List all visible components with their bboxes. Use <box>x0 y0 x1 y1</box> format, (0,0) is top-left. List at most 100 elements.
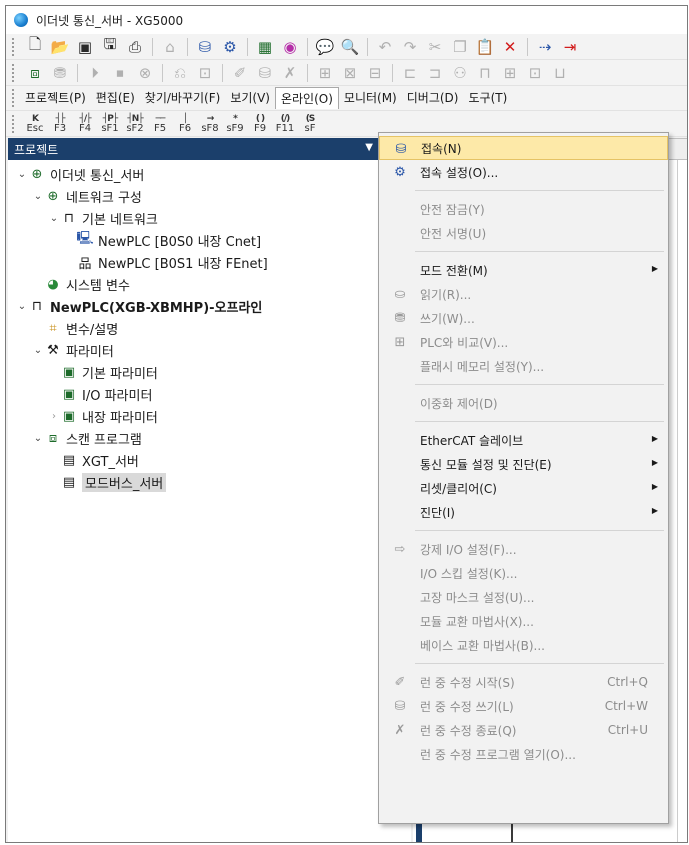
tree-item-fenet[interactable]: 品 NewPLC [B0S1 내장 FEnet] <box>8 251 411 273</box>
new-file-icon[interactable]: 🗋 <box>25 35 45 56</box>
tree-item-scan-program[interactable]: ⌄ ⧈ 스캔 프로그램 <box>8 427 411 449</box>
compare-icon[interactable]: ⊞ <box>315 64 335 82</box>
menu-item-run-edit-start[interactable]: ✐ 런 중 수정 시작(S) Ctrl+Q <box>379 670 668 694</box>
tree-item-project[interactable]: ⌄ ⊕ 이더넷 통신_서버 <box>8 163 411 185</box>
window-icon[interactable]: ⊔ <box>550 64 570 82</box>
clipboard-icon[interactable]: ⌂ <box>160 38 180 56</box>
menu-item-connect[interactable]: ⛁ 접속(N) <box>379 136 668 160</box>
diagnose-icon[interactable]: ⊡ <box>195 64 215 82</box>
menu-item-write[interactable]: ⛃ 쓰기(W)... <box>379 306 668 330</box>
chevron-down-icon[interactable]: ⌄ <box>32 191 44 202</box>
menu-item-module-wizard[interactable]: 모듈 교환 마법사(X)... <box>379 609 668 633</box>
connect-icon[interactable]: ⛁ <box>195 38 215 56</box>
menu-item-safety-lock[interactable]: 안전 잠금(Y) <box>379 197 668 221</box>
table-icon[interactable]: ⊞ <box>500 64 520 82</box>
tree-item-xgt-server[interactable]: ▤ XGT_서버 <box>8 449 411 471</box>
redo-icon[interactable]: ↷ <box>400 38 420 56</box>
run-edit-end-icon[interactable]: ✗ <box>280 64 300 82</box>
menu-item-force-io[interactable]: ⇨ 강제 I/O 설정(F)... <box>379 537 668 561</box>
paste-icon[interactable]: 📋 <box>475 38 495 56</box>
chevron-down-icon[interactable]: ⌄ <box>32 433 44 444</box>
fkey-esc[interactable]: K Esc <box>25 113 45 135</box>
tree-item-network-config[interactable]: ⌄ ⊕ 네트워크 구성 <box>8 185 411 207</box>
connect-settings-icon[interactable]: ⚙ <box>220 38 240 56</box>
module-icon[interactable]: ⊓ <box>475 64 495 82</box>
menu-online[interactable]: 온라인(O) <box>274 87 339 109</box>
fkey-sf1[interactable]: ┤P├ sF1 <box>100 113 120 135</box>
find-icon[interactable]: 🔍 <box>340 38 360 56</box>
fkey-sf8[interactable]: → sF8 <box>200 113 220 135</box>
fkey-sf[interactable]: (S sF <box>300 113 320 135</box>
chevron-right-icon[interactable]: › <box>48 411 60 422</box>
tree-item-parameters[interactable]: ⌄ ⚒ 파라미터 <box>8 339 411 361</box>
fkey-f5[interactable]: ── F5 <box>150 113 170 135</box>
target-icon[interactable]: ◉ <box>280 38 300 56</box>
write-icon[interactable]: ⛃ <box>50 64 70 82</box>
insert-row-icon[interactable]: ⇢ <box>535 38 555 56</box>
fkey-f3[interactable]: ┤├ F3 <box>50 113 70 135</box>
tree-item-modbus-server[interactable]: ▤ 모드버스_서버 <box>8 471 411 493</box>
menu-view[interactable]: 보기(V) <box>225 87 275 109</box>
menu-item-ethercat-slave[interactable]: EtherCAT 슬레이브 ▶ <box>379 428 668 452</box>
menu-item-redundancy-control[interactable]: 이중화 제어(D) <box>379 391 668 415</box>
menu-item-mode-change[interactable]: 모드 전환(M) ▶ <box>379 258 668 282</box>
tree-item-embedded-params[interactable]: › ▣ 내장 파라미터 <box>8 405 411 427</box>
tree-item-cnet[interactable]: 🖳 NewPLC [B0S0 내장 Cnet] <box>8 229 411 251</box>
fkey-f9[interactable]: ( ) F9 <box>250 113 270 135</box>
panel-dropdown-icon[interactable]: ▼ <box>365 142 373 153</box>
copy-icon[interactable]: ❐ <box>450 38 470 56</box>
menu-tools[interactable]: 도구(T) <box>463 87 512 109</box>
chevron-down-icon[interactable]: ⌄ <box>16 169 28 180</box>
menu-item-flash-memory[interactable]: 플래시 메모리 설정(Y)... <box>379 354 668 378</box>
scan-icon[interactable]: ⧈ <box>25 64 45 82</box>
tree-item-plc[interactable]: ⌄ ⊓ NewPLC(XGB-XBMHP)-오프라인 <box>8 295 411 317</box>
tree-item-io-params[interactable]: ▣ I/O 파라미터 <box>8 383 411 405</box>
menu-item-read[interactable]: ⛀ 읽기(R)... <box>379 282 668 306</box>
tree-item-basic-params[interactable]: ▣ 기본 파라미터 <box>8 361 411 383</box>
menu-edit[interactable]: 편집(E) <box>91 87 140 109</box>
menu-item-run-edit-open[interactable]: 런 중 수정 프로그램 열기(O)... <box>379 742 668 766</box>
fkey-f6[interactable]: │ F6 <box>175 113 195 135</box>
fkey-sf2[interactable]: ┤N├ sF2 <box>125 113 145 135</box>
menu-item-base-wizard[interactable]: 베이스 교환 마법사(B)... <box>379 633 668 657</box>
force-io-icon[interactable]: ⊟ <box>365 64 385 82</box>
layout2-icon[interactable]: ⊐ <box>425 64 445 82</box>
open-folder-icon[interactable]: 📂 <box>50 38 70 56</box>
menubar-grip[interactable] <box>12 89 16 107</box>
toolbar-grip[interactable] <box>12 63 16 82</box>
open-project-icon[interactable]: ▣ <box>75 38 95 56</box>
menu-find-replace[interactable]: 찾기/바꾸기(F) <box>140 87 226 109</box>
layout-icon[interactable]: ⊏ <box>400 64 420 82</box>
toolbar-grip[interactable] <box>12 37 16 56</box>
tree-item-basic-network[interactable]: ⌄ ⊓ 기본 네트워크 <box>8 207 411 229</box>
print-icon[interactable]: ⎙ <box>125 38 145 56</box>
chevron-down-icon[interactable]: ⌄ <box>16 301 28 312</box>
menu-item-safety-signature[interactable]: 안전 서명(U) <box>379 221 668 245</box>
fkey-f11[interactable]: (/) F11 <box>275 113 295 135</box>
cut-icon[interactable]: ✂ <box>425 38 445 56</box>
delete-icon[interactable]: ✕ <box>500 38 520 56</box>
menu-item-run-edit-end[interactable]: ✗ 런 중 수정 종료(Q) Ctrl+U <box>379 718 668 742</box>
menu-item-connection-settings[interactable]: ⚙ 접속 설정(O)... <box>379 160 668 184</box>
menu-item-diagnosis[interactable]: 진단(I) ▶ <box>379 500 668 524</box>
run-icon[interactable]: ⏵ <box>85 64 105 82</box>
delete-row-icon[interactable]: ⇥ <box>560 38 580 56</box>
menu-project[interactable]: 프로젝트(P) <box>20 87 91 109</box>
menu-item-comm-module[interactable]: 통신 모듈 설정 및 진단(E) ▶ <box>379 452 668 476</box>
chevron-down-icon[interactable]: ⌄ <box>48 213 60 224</box>
users-icon[interactable]: ⚇ <box>450 64 470 82</box>
chevron-down-icon[interactable]: ⌄ <box>32 345 44 356</box>
menu-monitor[interactable]: 모니터(M) <box>339 87 402 109</box>
tree-item-variables[interactable]: ⌗ 변수/설명 <box>8 317 411 339</box>
menu-item-run-edit-write[interactable]: ⛁ 런 중 수정 쓰기(L) Ctrl+W <box>379 694 668 718</box>
menu-item-fault-mask[interactable]: 고장 마스크 설정(U)... <box>379 585 668 609</box>
run-edit-start-icon[interactable]: ✐ <box>230 64 250 82</box>
menu-debug[interactable]: 디버그(D) <box>402 87 464 109</box>
stop-icon[interactable]: ⏹ <box>110 64 130 82</box>
menu-item-compare-plc[interactable]: ⊞ PLC와 비교(V)... <box>379 330 668 354</box>
undo-icon[interactable]: ↶ <box>375 38 395 56</box>
reset-icon[interactable]: ⎌ <box>170 64 190 82</box>
grid-icon[interactable]: ⊡ <box>525 64 545 82</box>
memory-icon[interactable]: ⊠ <box>340 64 360 82</box>
fkey-f4[interactable]: ┤/├ F4 <box>75 113 95 135</box>
